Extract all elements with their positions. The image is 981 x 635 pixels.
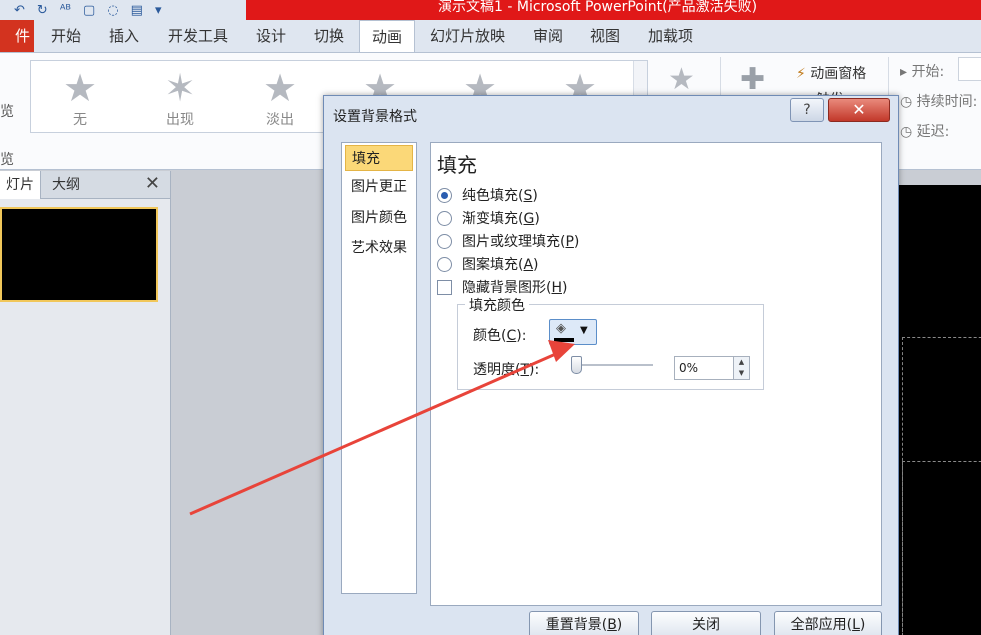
radio-icon[interactable]	[437, 256, 452, 272]
format-background-dialog: 设置背景格式 ? ✕ 填充 图片更正 图片颜色 艺术效果 填充 纯色填充(S) …	[323, 95, 899, 635]
transparency-input[interactable]: 0% ▲ ▼	[674, 356, 750, 380]
nav-fill[interactable]: 填充	[345, 145, 413, 171]
quick-access-toolbar: ↶ ↻ ᴬᴮ ▢ ◌ ▤ ▾	[0, 0, 246, 20]
help-button[interactable]: ?	[790, 98, 824, 122]
nav-artistic-effects[interactable]: 艺术效果	[345, 235, 413, 261]
open-icon[interactable]: ◌	[107, 3, 118, 18]
tab-design[interactable]: 设计	[256, 20, 286, 52]
nav-picture-color[interactable]: 图片颜色	[345, 205, 413, 231]
spellcheck-icon[interactable]: ᴬᴮ	[60, 3, 71, 18]
star-icon: ★	[62, 66, 98, 110]
close-button[interactable]: 关闭	[651, 611, 761, 635]
color-picker-button[interactable]: ◈ ▼	[549, 319, 597, 345]
color-label: 颜色(C):	[473, 328, 527, 344]
section-title: 填充	[437, 153, 477, 177]
transparency-slider-track[interactable]	[571, 364, 653, 366]
preview-group-fragment: 览	[0, 152, 14, 168]
duration-label: ◷ 持续时间:	[900, 94, 978, 110]
new-icon[interactable]: ▢	[83, 3, 95, 18]
ribbon-tabs: 件 开始 插入 开发工具 设计 切换 动画 幻灯片放映 审阅 视图 加载项	[0, 20, 981, 53]
fill-panel: 填充 纯色填充(S) 渐变填充(G) 图片或纹理填充(P) 图案填充(A) 隐藏…	[430, 142, 882, 606]
delay-label: ◷ 延迟:	[900, 124, 950, 140]
current-color-swatch	[554, 338, 574, 342]
start-label: ▸ 开始:	[900, 64, 945, 80]
nav-picture-corrections[interactable]: 图片更正	[345, 174, 413, 200]
paint-bucket-icon: ◈	[556, 321, 566, 336]
dialog-close-button[interactable]: ✕	[828, 98, 890, 122]
picture-texture-fill-option[interactable]: 图片或纹理填充(P)	[437, 231, 579, 251]
tab-outline[interactable]: 大纲	[52, 171, 80, 199]
tab-home[interactable]: 开始	[51, 20, 81, 52]
chevron-down-icon: ▼	[580, 325, 588, 336]
hide-background-graphics-checkbox[interactable]: 隐藏背景图形(H)	[437, 277, 567, 297]
spinner-buttons[interactable]: ▲ ▼	[733, 357, 749, 379]
tab-review[interactable]: 审阅	[533, 20, 563, 52]
tab-developer[interactable]: 开发工具	[168, 20, 228, 52]
window-title: 演示文稿1 - Microsoft PowerPoint(产品激活失败)	[246, 0, 981, 20]
tab-insert[interactable]: 插入	[109, 20, 139, 52]
gradient-fill-option[interactable]: 渐变填充(G)	[437, 208, 540, 228]
start-dropdown[interactable]	[958, 57, 981, 81]
animation-pane-icon: ⚡	[796, 66, 806, 82]
effect-appear[interactable]: ✶ 出现	[150, 67, 210, 129]
checkbox-icon[interactable]	[437, 279, 452, 295]
slides-pane: 灯片 大纲 ✕	[0, 171, 171, 635]
tab-slideshow[interactable]: 幻灯片放映	[430, 20, 505, 52]
redo-icon[interactable]: ↻	[37, 3, 48, 18]
transparency-slider-thumb[interactable]	[571, 356, 582, 374]
tab-addins[interactable]: 加载项	[648, 20, 693, 52]
radio-icon[interactable]	[437, 233, 452, 249]
solid-fill-option[interactable]: 纯色填充(S)	[437, 185, 538, 205]
slide-canvas[interactable]	[898, 185, 981, 635]
fill-color-group-title: 填充颜色	[465, 295, 529, 315]
radio-icon[interactable]	[437, 210, 452, 226]
effect-none[interactable]: ★ 无	[50, 67, 110, 129]
category-list: 填充 图片更正 图片颜色 艺术效果	[341, 142, 417, 594]
undo-icon[interactable]: ↶	[14, 3, 25, 18]
effect-fade[interactable]: ★ 淡出	[250, 67, 310, 129]
close-icon[interactable]: ✕	[145, 173, 160, 194]
transparency-label: 透明度(T):	[473, 362, 540, 378]
pane-tabs: 灯片 大纲 ✕	[0, 171, 170, 199]
editor-workspace	[172, 171, 327, 635]
preview-label-fragment: 览	[0, 104, 14, 120]
tab-slides[interactable]: 灯片	[0, 171, 41, 199]
chevron-up-icon[interactable]: ▲	[734, 357, 749, 368]
placeholder-outline	[902, 461, 981, 635]
star-icon: ✶	[164, 66, 196, 110]
title-bar: ↶ ↻ ᴬᴮ ▢ ◌ ▤ ▾ 演示文稿1 - Microsoft PowerPo…	[0, 0, 981, 20]
tab-file[interactable]: 件	[0, 20, 34, 52]
star-icon: ★	[262, 66, 298, 110]
tab-view[interactable]: 视图	[590, 20, 620, 52]
tab-transitions[interactable]: 切换	[314, 20, 344, 52]
animation-pane-button[interactable]: ⚡ 动画窗格	[796, 63, 866, 83]
pattern-fill-option[interactable]: 图案填充(A)	[437, 254, 539, 274]
chevron-down-icon[interactable]: ▼	[734, 368, 749, 379]
tab-animations[interactable]: 动画	[359, 20, 416, 53]
slide-thumbnail[interactable]	[0, 207, 158, 302]
radio-icon[interactable]	[437, 187, 452, 203]
customize-icon[interactable]: ▾	[155, 3, 162, 18]
dialog-title: 设置背景格式	[333, 109, 417, 125]
reset-background-button[interactable]: 重置背景(B)	[529, 611, 639, 635]
slideshow-icon[interactable]: ▤	[131, 3, 143, 18]
apply-to-all-button[interactable]: 全部应用(L)	[774, 611, 882, 635]
